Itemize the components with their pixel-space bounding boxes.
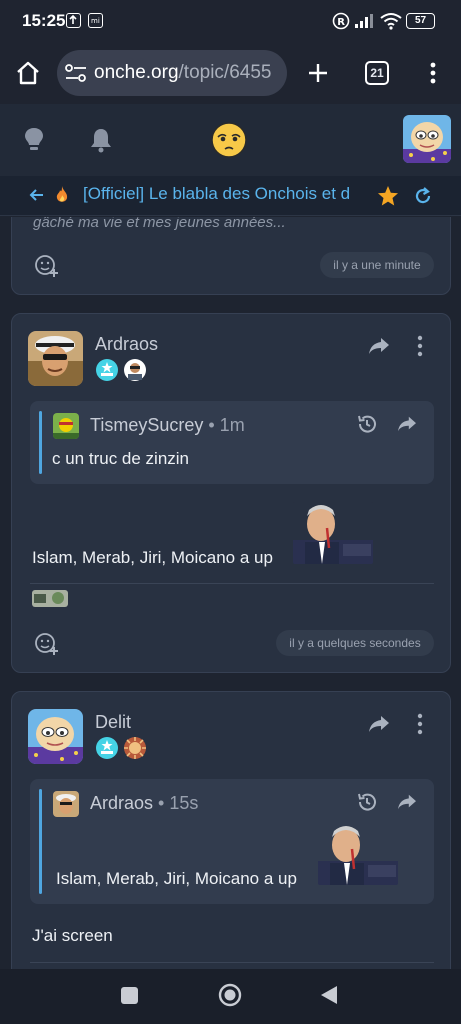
tab-switcher-button[interactable]: 21 [365, 61, 389, 85]
registered-icon: R [332, 12, 350, 30]
browser-toolbar: onche.org/topic/6455 21 [0, 42, 461, 104]
topic-bar: [Officiel] Le blabla des Onchois et d [0, 176, 461, 216]
sticker-image[interactable] [293, 502, 373, 564]
url-path: /topic/6455 [178, 62, 272, 83]
quote-bar [39, 789, 42, 894]
battery-level: 57 [414, 15, 427, 26]
url-text: onche.org/topic/6455 [94, 62, 271, 84]
site-settings-icon[interactable] [65, 64, 87, 82]
share-icon[interactable] [367, 714, 391, 734]
author-avatar[interactable] [28, 331, 83, 386]
recents-button[interactable] [121, 987, 138, 1004]
quote-author-avatar[interactable] [53, 791, 79, 817]
share-icon[interactable] [367, 336, 391, 356]
svg-text:R: R [337, 17, 345, 28]
new-tab-icon[interactable] [306, 61, 330, 85]
post-time: il y a une minute [320, 252, 434, 278]
quote-author[interactable]: Ardraos • 15s [90, 793, 198, 814]
quote-text: Islam, Merab, Jiri, Moicano a up [56, 869, 297, 888]
add-reaction-icon[interactable] [34, 630, 60, 656]
home-button[interactable] [218, 983, 242, 1007]
post-menu-icon[interactable] [412, 712, 428, 736]
history-icon[interactable] [356, 791, 378, 813]
quote-author[interactable]: TismeySucrey • 1m [90, 415, 245, 436]
browser-menu-icon[interactable] [423, 61, 443, 85]
post-card: gâché ma vie et mes jeunes années... il … [11, 217, 451, 295]
post-body: Islam, Merab, Jiri, Moicano a up [32, 548, 273, 567]
post-card: Ardraos TismeySucrey • 1m c un truc de z… [11, 313, 451, 673]
user-avatar[interactable] [403, 115, 451, 163]
quote-author-name: TismeySucrey [90, 415, 204, 435]
system-navigation-bar [0, 969, 461, 1024]
back-arrow-icon[interactable] [29, 187, 45, 203]
divider [30, 962, 434, 963]
quote-time: • 15s [158, 793, 199, 813]
back-button[interactable] [320, 985, 338, 1005]
signature-image[interactable] [32, 590, 68, 607]
lightbulb-icon[interactable] [22, 126, 46, 154]
wifi-icon [380, 13, 402, 30]
quote-share-icon[interactable] [396, 793, 418, 811]
svg-text:mi: mi [91, 17, 100, 25]
refresh-icon[interactable] [414, 187, 432, 205]
post-card: Delit Ardraos • 15s Islam, Merab, Jiri, … [11, 691, 451, 969]
bell-icon[interactable] [89, 126, 113, 154]
battery-icon: 57 [406, 13, 435, 29]
quote-author-name: Ardraos [90, 793, 154, 813]
author-avatar[interactable] [28, 709, 83, 764]
quote-author-avatar[interactable] [53, 413, 79, 439]
quote-time: • 1m [208, 415, 245, 435]
status-time: 15:25 [22, 11, 66, 30]
status-bar: 15:25 mi R 57 [0, 0, 461, 42]
topic-title[interactable]: [Officiel] Le blabla des Onchois et d [83, 184, 365, 204]
quoted-post: TismeySucrey • 1m c un truc de zinzin [30, 401, 434, 484]
mi-icon: mi [88, 13, 103, 28]
url-domain: onche.org [94, 62, 179, 83]
post-body: gâché ma vie et mes jeunes années... [33, 217, 286, 231]
signal-icon [355, 14, 373, 28]
home-icon[interactable] [15, 60, 41, 86]
quote-text: c un truc de zinzin [52, 449, 190, 468]
topic-content[interactable]: gâché ma vie et mes jeunes années... il … [0, 217, 461, 969]
post-time: il y a quelques secondes [276, 630, 434, 656]
rank-badge-icon [96, 359, 118, 381]
quote-share-icon[interactable] [396, 415, 418, 433]
favorite-star-icon[interactable] [377, 185, 399, 207]
flame-icon [56, 186, 68, 202]
quoted-post: Ardraos • 15s Islam, Merab, Jiri, Moican… [30, 779, 434, 904]
profile-badge-icon [124, 359, 146, 381]
post-author[interactable]: Ardraos [95, 334, 158, 355]
post-author[interactable]: Delit [95, 712, 131, 733]
tab-count: 21 [370, 66, 384, 80]
site-header [0, 104, 461, 176]
upload-icon [66, 13, 81, 28]
onche-logo-icon[interactable] [210, 121, 248, 159]
sun-badge-icon [124, 737, 146, 759]
post-body: J'ai screen [32, 926, 113, 945]
history-icon[interactable] [356, 413, 378, 435]
rank-badge-icon [96, 737, 118, 759]
sticker-image[interactable] [318, 823, 398, 885]
divider [30, 583, 434, 584]
quote-bar [39, 411, 42, 474]
url-bar[interactable]: onche.org/topic/6455 [57, 50, 287, 96]
add-reaction-icon[interactable] [34, 252, 60, 278]
post-menu-icon[interactable] [412, 334, 428, 358]
